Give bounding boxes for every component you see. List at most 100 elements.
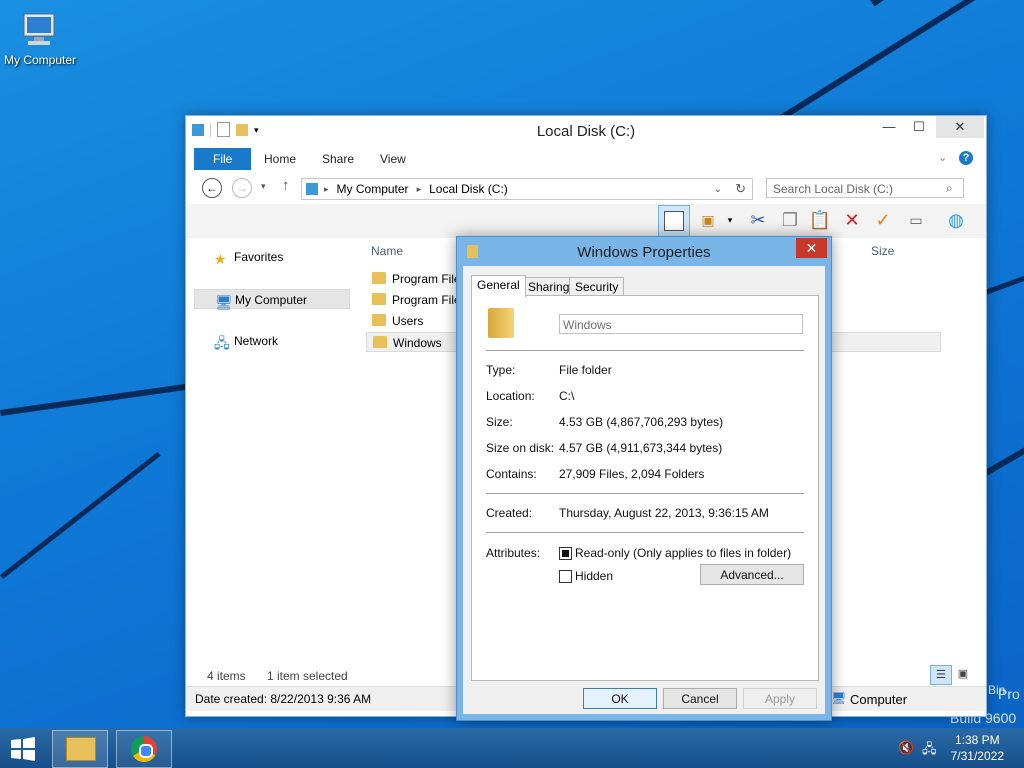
properties-dialog: Windows Properties ✕ General Sharing Sec… [456,236,832,721]
clock[interactable]: 1:38 PM 7/31/2022 [951,732,1004,764]
drive-icon [306,183,318,195]
layout-pane-icon[interactable] [658,205,690,237]
network-status-icon[interactable]: 🖧 [922,740,937,762]
explorer-titlebar[interactable]: ▾ Local Disk (C:) — ☐ ✕ [186,116,986,146]
computer-icon [23,13,55,45]
attributes-label: Attributes: [486,546,541,560]
cut-icon[interactable]: ✂ [746,208,770,232]
ok-button[interactable]: OK [583,688,657,709]
cancel-button[interactable]: Cancel [663,688,737,709]
contains-value: 27,909 Files, 2,094 Folders [559,467,705,481]
select-icon[interactable]: ▣ [696,208,720,232]
readonly-label: Read-only (Only applies to files in fold… [575,546,792,560]
paste-icon[interactable]: 📋 [808,208,832,232]
maximize-button[interactable]: ☐ [904,116,934,138]
close-button[interactable]: ✕ [936,116,984,138]
minimize-button[interactable]: — [874,116,904,138]
recent-locations-icon[interactable]: ▾ [261,181,266,192]
rename-icon[interactable]: ▭ [904,208,928,232]
up-icon[interactable]: ↑ [282,177,290,194]
ribbon-tabs: File Home Share View ⌄ ? [186,148,986,170]
navigation-bar: ← → ▾ ↑ ▸ My Computer ▸ Local Disk (C:) … [186,172,986,204]
breadcrumb-my-computer[interactable]: My Computer [337,182,409,196]
nav-label: My Computer [235,293,308,307]
dialog-close-button[interactable]: ✕ [796,238,827,258]
file-name: Windows [393,336,442,350]
tab-home[interactable]: Home [250,148,310,170]
type-value: File folder [559,363,612,377]
details-view-icon[interactable]: ☰ [930,665,952,685]
folder-name-input[interactable]: Windows [559,314,803,334]
item-count: 4 items [207,669,246,683]
tab-sharing[interactable]: Sharing [522,277,576,296]
back-icon[interactable]: ← [202,178,222,198]
column-header-size[interactable]: Size [871,244,894,258]
breadcrumb-local-disk[interactable]: Local Disk (C:) [429,182,508,196]
folder-icon [488,308,514,338]
computer-icon: 🖥 [831,691,847,705]
globe-icon[interactable]: ◍ [944,208,968,232]
advanced-button[interactable]: Advanced... [700,564,804,585]
tab-general[interactable]: General [471,275,526,297]
nav-my-computer[interactable]: 🖥 My Computer [194,289,350,310]
taskbar-file-explorer[interactable] [52,730,108,768]
column-header-name[interactable]: Name [371,244,403,258]
size-on-disk-label: Size on disk: [486,441,555,455]
location-value: C:\ [559,389,575,403]
explorer-title: Local Disk (C:) [536,123,636,140]
search-input[interactable]: Search Local Disk (C:) [766,178,964,198]
type-label: Type: [486,363,516,377]
tab-security[interactable]: Security [569,277,625,296]
windows-logo-icon [11,737,35,761]
clock-time: 1:38 PM [954,733,1000,747]
folder-icon [373,336,387,348]
separator [486,493,804,494]
refresh-icon[interactable]: ↻ [735,181,746,197]
large-icons-view-icon[interactable]: ▣ [954,665,972,683]
ribbon-expand-icon[interactable]: ⌄ [938,151,947,164]
nav-network[interactable]: 🖧 Network [194,331,350,351]
watermark-edition: Pro [998,686,1020,702]
desktop-icon-my-computer[interactable]: My Computer [0,10,80,67]
nav-label: Favorites [234,250,284,264]
breadcrumb-separator-icon[interactable]: ▸ [417,184,422,195]
forward-icon[interactable]: → [232,178,252,198]
delete-icon[interactable]: ✕ [840,208,864,232]
nav-favorites[interactable]: ★ Favorites [194,247,350,267]
help-icon[interactable]: ? [959,151,973,165]
created-value: Thursday, August 22, 2013, 9:36:15 AM [559,506,769,520]
separator [486,350,804,351]
file-name: Users [392,314,424,328]
created-label: Created: [486,506,533,520]
general-tab-panel: Windows Type: File folder Location: C:\ … [471,295,819,681]
separator [486,532,804,533]
network-icon: 🖧 [214,335,230,351]
file-explorer-icon [66,737,96,761]
check-icon[interactable]: ✓ [871,208,895,232]
taskbar-chrome[interactable] [116,730,172,768]
tab-view[interactable]: View [366,148,420,170]
dialog-body: General Sharing Security Windows Type: F… [463,266,825,714]
volume-muted-icon[interactable]: 🔇 [898,740,914,756]
search-icon[interactable]: ⌕ [946,181,953,196]
taskbar: 🔇 🖧 1:38 PM 7/31/2022 [0,728,1024,768]
command-toolbar: ▣ ▾ ✂ ❐ 📋 ✕ ✓ ▭ ◍ [186,204,986,239]
selected-count: 1 item selected [267,669,348,683]
contains-label: Contains: [486,467,537,481]
address-dropdown-icon[interactable]: ⌄ [714,184,722,195]
apply-button[interactable]: Apply [743,688,817,709]
select-dropdown-icon[interactable]: ▾ [724,208,736,232]
copy-icon[interactable]: ❐ [778,208,802,232]
address-bar[interactable]: ▸ My Computer ▸ Local Disk (C:) ⌄ ↻ [301,178,753,200]
tab-file[interactable]: File [194,148,252,170]
location-label: Location: [486,389,535,403]
breadcrumb-separator-icon[interactable]: ▸ [324,184,329,195]
hidden-checkbox[interactable] [559,570,572,583]
tab-share[interactable]: Share [308,148,368,170]
readonly-checkbox[interactable] [559,547,572,560]
start-button[interactable] [8,736,38,762]
size-value: 4.53 GB (4,867,706,293 bytes) [559,415,724,429]
folder-icon [372,272,386,284]
date-created: Date created: 8/22/2013 9:36 AM [195,692,372,706]
dialog-title: Windows Properties [577,244,711,261]
